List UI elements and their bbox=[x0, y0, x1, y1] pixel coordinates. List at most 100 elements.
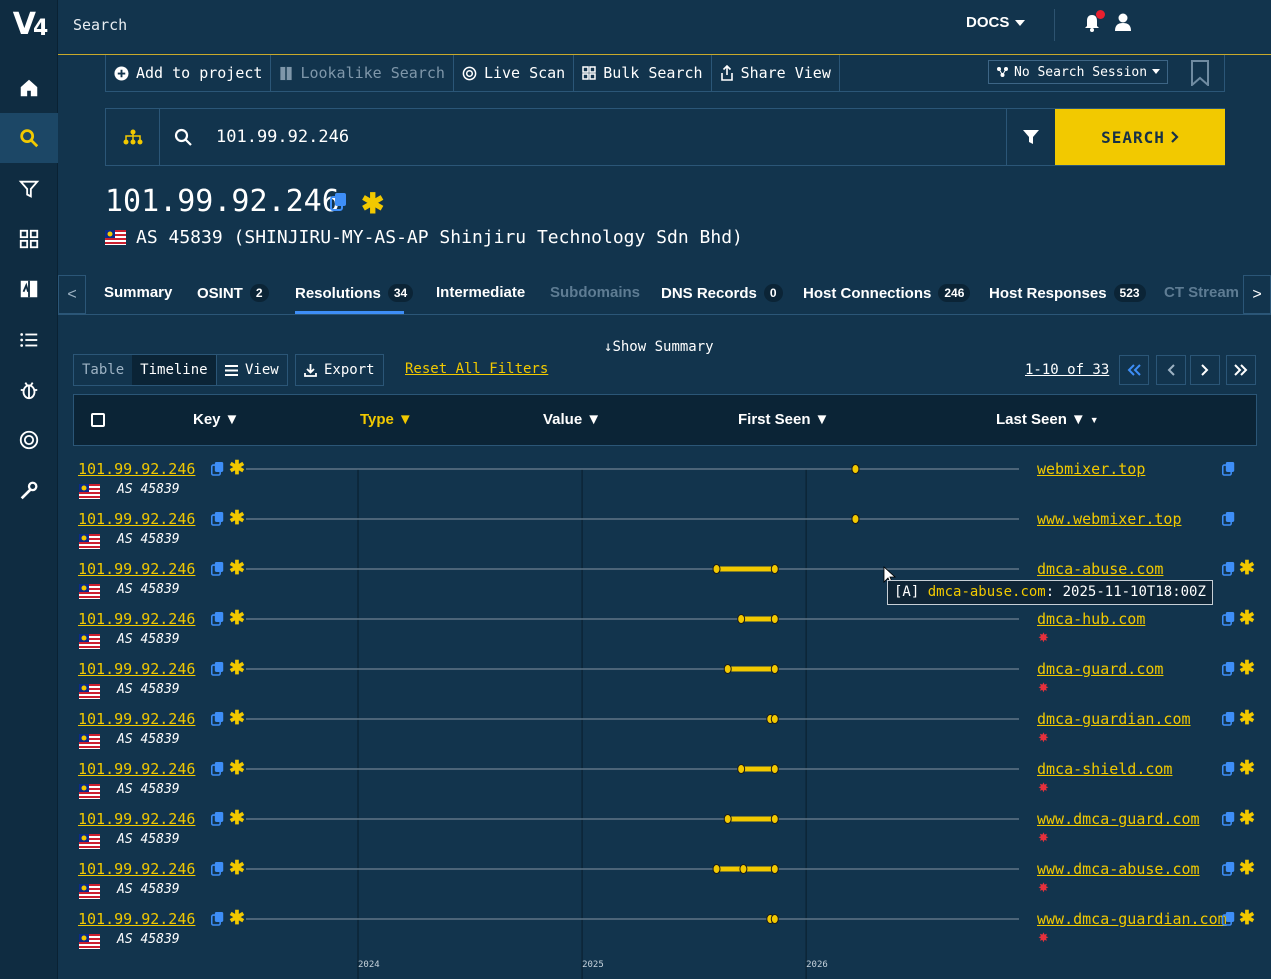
malaysia-flag-icon bbox=[79, 534, 100, 554]
malaysia-flag-icon bbox=[79, 934, 100, 954]
copy-icon[interactable] bbox=[211, 761, 224, 781]
timeline-point[interactable] bbox=[770, 714, 779, 724]
star-icon[interactable]: ✱ bbox=[229, 457, 245, 480]
star-icon[interactable]: ✱ bbox=[1239, 907, 1255, 930]
timeline-point[interactable] bbox=[770, 814, 779, 824]
timeline-point[interactable] bbox=[851, 464, 860, 474]
star-icon[interactable]: ✱ bbox=[229, 807, 245, 830]
copy-icon[interactable] bbox=[1222, 561, 1235, 581]
timeline-tooltip: [A] dmca-abuse.com: 2025-11-10T18:00Z bbox=[887, 580, 1213, 605]
row-as-label: AS 45839 bbox=[117, 732, 180, 747]
malaysia-flag-icon bbox=[79, 734, 100, 754]
threat-badge-icon: ✸ bbox=[1038, 680, 1049, 695]
star-icon[interactable]: ✱ bbox=[229, 757, 245, 780]
row-as-label: AS 45839 bbox=[117, 682, 180, 697]
copy-icon[interactable] bbox=[211, 511, 224, 531]
malaysia-flag-icon bbox=[79, 634, 100, 654]
timeline-point[interactable] bbox=[712, 864, 721, 874]
timeline-point[interactable] bbox=[737, 614, 746, 624]
copy-icon[interactable] bbox=[211, 911, 224, 931]
copy-icon[interactable] bbox=[1222, 511, 1235, 531]
star-icon[interactable]: ✱ bbox=[229, 557, 245, 580]
row-as-label: AS 45839 bbox=[117, 582, 180, 597]
timeline-point[interactable] bbox=[770, 914, 779, 924]
timeline-point[interactable] bbox=[851, 514, 860, 524]
row-key-link[interactable]: 101.99.92.246 bbox=[78, 510, 195, 528]
copy-icon[interactable] bbox=[1222, 761, 1235, 781]
row-value-link[interactable]: www.dmca-guard.com bbox=[1037, 810, 1200, 828]
copy-icon[interactable] bbox=[1222, 461, 1235, 481]
row-key-link[interactable]: 101.99.92.246 bbox=[78, 760, 195, 778]
axis-tick-label: 2026 bbox=[806, 960, 828, 970]
copy-icon[interactable] bbox=[211, 661, 224, 681]
copy-icon[interactable] bbox=[1222, 611, 1235, 631]
row-as-label: AS 45839 bbox=[117, 532, 180, 547]
row-value-link[interactable]: www.webmixer.top bbox=[1037, 510, 1182, 528]
copy-icon[interactable] bbox=[1222, 811, 1235, 831]
row-value-link[interactable]: dmca-guardian.com bbox=[1037, 710, 1191, 728]
timeline-point[interactable] bbox=[712, 564, 721, 574]
star-icon[interactable]: ✱ bbox=[229, 657, 245, 680]
copy-icon[interactable] bbox=[211, 811, 224, 831]
copy-icon[interactable] bbox=[211, 561, 224, 581]
timeline-point[interactable] bbox=[770, 664, 779, 674]
row-key-link[interactable]: 101.99.92.246 bbox=[78, 460, 195, 478]
timeline-point[interactable] bbox=[770, 764, 779, 774]
copy-icon[interactable] bbox=[211, 711, 224, 731]
malaysia-flag-icon bbox=[79, 784, 100, 804]
copy-icon[interactable] bbox=[1222, 861, 1235, 881]
axis-tick-label: 2025 bbox=[582, 960, 604, 970]
row-value-link[interactable]: webmixer.top bbox=[1037, 460, 1145, 478]
star-icon[interactable]: ✱ bbox=[229, 507, 245, 530]
row-key-link[interactable]: 101.99.92.246 bbox=[78, 860, 195, 878]
row-value-link[interactable]: dmca-guard.com bbox=[1037, 660, 1163, 678]
threat-badge-icon: ✸ bbox=[1038, 780, 1049, 795]
row-as-label: AS 45839 bbox=[117, 882, 180, 897]
row-key-link[interactable]: 101.99.92.246 bbox=[78, 660, 195, 678]
malaysia-flag-icon bbox=[79, 484, 100, 504]
row-as-label: AS 45839 bbox=[117, 632, 180, 647]
copy-icon[interactable] bbox=[1222, 661, 1235, 681]
star-icon[interactable]: ✱ bbox=[1239, 807, 1255, 830]
row-key-link[interactable]: 101.99.92.246 bbox=[78, 710, 195, 728]
row-key-link[interactable]: 101.99.92.246 bbox=[78, 560, 195, 578]
copy-icon[interactable] bbox=[1222, 911, 1235, 931]
malaysia-flag-icon bbox=[79, 584, 100, 604]
copy-icon[interactable] bbox=[1222, 711, 1235, 731]
row-key-link[interactable]: 101.99.92.246 bbox=[78, 810, 195, 828]
row-as-label: AS 45839 bbox=[117, 832, 180, 847]
timeline-point[interactable] bbox=[739, 864, 748, 874]
star-icon[interactable]: ✱ bbox=[229, 907, 245, 930]
star-icon[interactable]: ✱ bbox=[1239, 707, 1255, 730]
row-as-label: AS 45839 bbox=[117, 482, 180, 497]
timeline-point[interactable] bbox=[723, 814, 732, 824]
copy-icon[interactable] bbox=[211, 461, 224, 481]
row-as-label: AS 45839 bbox=[117, 782, 180, 797]
timeline-point[interactable] bbox=[770, 564, 779, 574]
star-icon[interactable]: ✱ bbox=[1239, 757, 1255, 780]
timeline-point[interactable] bbox=[723, 664, 732, 674]
copy-icon[interactable] bbox=[211, 861, 224, 881]
star-icon[interactable]: ✱ bbox=[229, 607, 245, 630]
star-icon[interactable]: ✱ bbox=[1239, 607, 1255, 630]
row-value-link[interactable]: www.dmca-abuse.com bbox=[1037, 860, 1200, 878]
row-value-link[interactable]: www.dmca-guardian.com bbox=[1037, 910, 1227, 928]
axis-tick-label: 2024 bbox=[358, 960, 380, 970]
row-value-link[interactable]: dmca-abuse.com bbox=[1037, 560, 1163, 578]
row-value-link[interactable]: dmca-shield.com bbox=[1037, 760, 1172, 778]
star-icon[interactable]: ✱ bbox=[229, 857, 245, 880]
row-value-link[interactable]: dmca-hub.com bbox=[1037, 610, 1145, 628]
star-icon[interactable]: ✱ bbox=[1239, 657, 1255, 680]
row-key-link[interactable]: 101.99.92.246 bbox=[78, 610, 195, 628]
star-icon[interactable]: ✱ bbox=[1239, 557, 1255, 580]
star-icon[interactable]: ✱ bbox=[229, 707, 245, 730]
star-icon[interactable]: ✱ bbox=[1239, 857, 1255, 880]
timeline-point[interactable] bbox=[770, 614, 779, 624]
malaysia-flag-icon bbox=[79, 834, 100, 854]
copy-icon[interactable] bbox=[211, 611, 224, 631]
threat-badge-icon: ✸ bbox=[1038, 930, 1049, 945]
timeline-point[interactable] bbox=[770, 864, 779, 874]
threat-badge-icon: ✸ bbox=[1038, 880, 1049, 895]
timeline-point[interactable] bbox=[737, 764, 746, 774]
row-key-link[interactable]: 101.99.92.246 bbox=[78, 910, 195, 928]
